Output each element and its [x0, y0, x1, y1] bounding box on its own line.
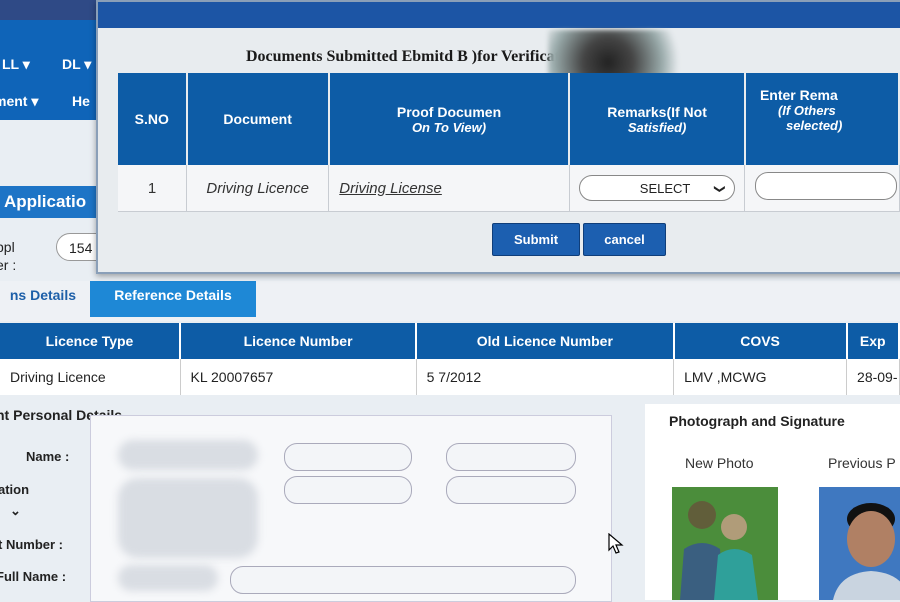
nav-item-ll-label: LL — [2, 56, 19, 72]
remarks-select[interactable]: SELECT ❯ — [579, 175, 736, 201]
photo-signature-title: Photograph and Signature — [669, 413, 845, 429]
col-enter-remarks-label-3: selected) — [785, 118, 843, 133]
table-row: Driving Licence KL 20007657 5 7/2012 LMV… — [0, 359, 900, 395]
submit-button[interactable]: Submit — [492, 223, 580, 256]
enter-remarks-input[interactable] — [755, 172, 898, 200]
cell-document: Driving Licence — [186, 165, 330, 212]
col-licence-type: Licence Type — [0, 323, 182, 359]
redacted-name — [118, 440, 258, 470]
nav-menu: LL ▾ DL ▾ ment ▾ He — [0, 20, 100, 120]
name-label: Name : — [26, 449, 70, 464]
modal-heading: Documents Submitted Ebmitd B )for Verifi… — [246, 48, 573, 65]
new-photo-people-icon — [672, 487, 778, 600]
cell-old-licence-number: 5 7/2012 — [416, 359, 675, 395]
number-label: t Number : — [0, 537, 63, 552]
nav-item-dl-label: DL — [62, 56, 81, 72]
col-document: Document — [186, 73, 330, 165]
col-sno-label: S.NO — [134, 111, 169, 127]
col-remarks-label-1: Remarks(If Not — [607, 103, 707, 120]
licence-table: Licence Type Licence Number Old Licence … — [0, 323, 900, 395]
documents-table-header: S.NO Document Proof Documen On To View) … — [118, 73, 900, 165]
nav-item-help[interactable]: He — [72, 93, 90, 109]
previous-photo-image — [819, 487, 900, 600]
col-remarks: Remarks(If Not Satisfied) — [569, 73, 746, 165]
col-covs: COVS — [673, 323, 848, 359]
col-proof-label-2: On To View) — [411, 119, 487, 135]
nav-item-document-label: ment — [0, 93, 28, 109]
licence-table-header: Licence Type Licence Number Old Licence … — [0, 323, 900, 359]
col-document-label: Document — [223, 111, 292, 127]
relation-label: ation — [0, 482, 30, 497]
application-label-line1: ppl — [0, 239, 15, 255]
relation-field-1[interactable] — [284, 476, 412, 504]
table-row: 1 Driving Licence Driving License SELECT… — [118, 165, 900, 212]
col-proof-label-1: Proof Documen — [396, 103, 502, 120]
full-name-field[interactable] — [230, 566, 576, 594]
redacted-full-name — [118, 565, 218, 591]
relation-dropdown-chevron-icon[interactable]: ⌄ — [10, 503, 21, 519]
application-label: ppl er : — [0, 238, 16, 274]
col-remarks-label-2: Satisfied) — [627, 119, 687, 135]
cell-remarks: SELECT ❯ — [569, 165, 746, 212]
relation-field-2[interactable] — [446, 476, 576, 504]
application-header: Applicatio — [0, 186, 96, 218]
previous-photo-label: Previous P — [828, 455, 896, 471]
modal-title-bar — [98, 2, 900, 28]
application-label-line2: er : — [0, 257, 17, 273]
proof-document-link[interactable]: Driving License — [328, 165, 570, 212]
nav-item-ll[interactable]: LL ▾ — [2, 56, 30, 73]
new-photo-label: New Photo — [685, 455, 754, 471]
details-tabs: ns Details Reference Details — [0, 281, 900, 321]
name-field-2[interactable] — [446, 443, 576, 471]
col-proof-document: Proof Documen On To View) — [328, 73, 571, 165]
cell-expiry: 28-09- — [846, 359, 900, 395]
new-photo-image — [672, 487, 778, 600]
mouse-cursor-icon — [608, 533, 624, 554]
previous-photo-person-icon — [819, 487, 900, 600]
nav-item-document[interactable]: ment ▾ — [0, 93, 38, 110]
col-expiry: Exp — [846, 323, 900, 359]
redacted-details — [118, 478, 258, 558]
tab-applicant-details[interactable]: ns Details — [0, 281, 86, 309]
cell-enter-remarks — [744, 165, 900, 212]
col-old-licence-number: Old Licence Number — [416, 323, 675, 359]
cell-covs: LMV ,MCWG — [673, 359, 848, 395]
documents-table: S.NO Document Proof Documen On To View) … — [118, 73, 900, 212]
cancel-button[interactable]: cancel — [583, 223, 666, 256]
cell-sno: 1 — [118, 165, 187, 212]
full-name-label: Full Name : — [0, 569, 67, 584]
chevron-down-icon: ❯ — [713, 184, 726, 194]
col-enter-remarks-label-1: Enter Rema — [759, 87, 838, 103]
nav-item-dl[interactable]: DL ▾ — [62, 56, 91, 73]
col-enter-remarks: Enter Rema (If Others selected) — [744, 73, 900, 165]
col-licence-number: Licence Number — [180, 323, 418, 359]
remarks-select-value: SELECT — [639, 181, 691, 196]
tab-reference-details[interactable]: Reference Details — [90, 281, 256, 317]
col-enter-remarks-label-2: (If Others — [777, 103, 836, 118]
cell-licence-number: KL 20007657 — [180, 359, 417, 395]
name-field-1[interactable] — [284, 443, 412, 471]
cell-licence-type: Driving Licence — [0, 359, 181, 395]
col-sno: S.NO — [118, 73, 188, 165]
